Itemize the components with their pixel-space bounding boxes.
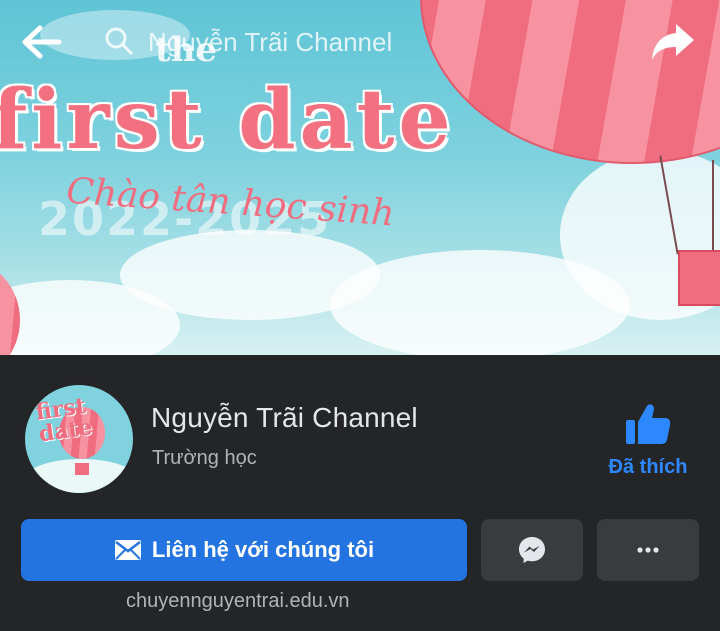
mail-icon (114, 540, 141, 560)
avatar[interactable]: first date (22, 382, 136, 496)
contact-us-label: Liên hệ với chúng tôi (151, 537, 375, 562)
contact-us-button[interactable]: Liên hệ với chúng tôi (21, 519, 467, 581)
messenger-button[interactable] (481, 519, 583, 581)
liked-button[interactable]: Đã thích (596, 402, 700, 482)
back-arrow-icon[interactable] (20, 24, 62, 60)
cover-art-title: first date (0, 72, 455, 168)
liked-label: Đã thích (608, 456, 688, 478)
search-icon[interactable] (104, 26, 134, 56)
top-bar: Nguyễn Trãi Channel (0, 0, 720, 84)
more-horizontal-icon (637, 547, 659, 553)
page-category: Trường học (152, 447, 257, 469)
website-link[interactable]: chuyennguyentrai.edu.vn (126, 590, 350, 613)
messenger-icon (519, 537, 545, 563)
avatar-art-text: first date (34, 392, 95, 448)
thumbs-up-icon (626, 404, 671, 444)
search-input[interactable]: Nguyễn Trãi Channel (148, 26, 392, 58)
share-icon[interactable] (650, 20, 696, 64)
page-title: Nguyễn Trãi Channel (151, 402, 418, 433)
balloon-basket (678, 250, 720, 306)
more-options-button[interactable] (597, 519, 699, 581)
